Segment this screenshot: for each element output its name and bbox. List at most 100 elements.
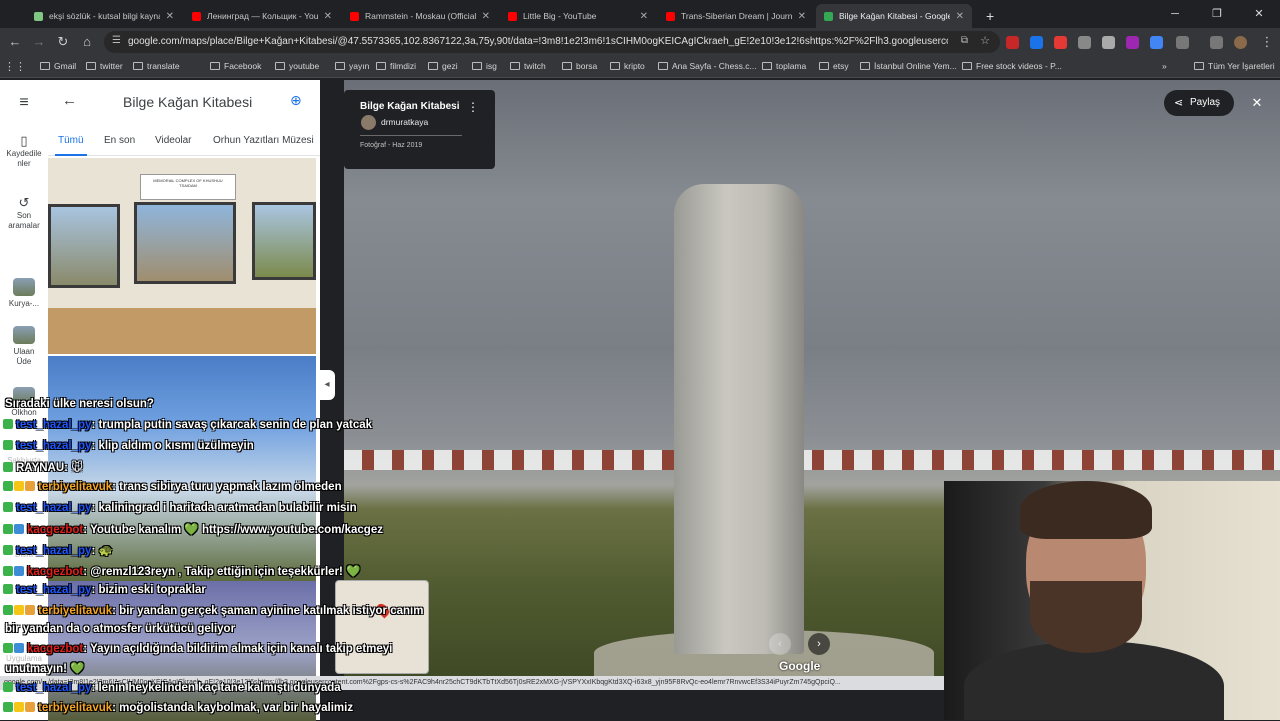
bookmark-label: filmdizi [390, 61, 416, 71]
maximize-button[interactable]: ❐ [1196, 2, 1238, 26]
apps-grid-icon[interactable]: ⋮⋮ [4, 58, 26, 76]
chat-badges [3, 502, 14, 515]
extensions-puzzle-icon[interactable] [1176, 36, 1189, 49]
browser-tab[interactable]: Ленинград — Кольщик - YouTube ✕ [184, 4, 340, 28]
extension-icon[interactable] [1126, 36, 1139, 49]
bookmark-item[interactable]: toplama [762, 61, 806, 71]
bookmark-item[interactable]: twitter [86, 61, 123, 71]
more-options-icon[interactable]: ⋮ [467, 100, 479, 114]
extension-icon[interactable] [1150, 36, 1163, 49]
address-bar[interactable]: ☰ google.com/maps/place/Bilge+Kağan+Kita… [104, 31, 1000, 53]
close-tab-icon[interactable]: ✕ [798, 11, 806, 22]
forward-arrow-icon[interactable]: → [30, 33, 48, 51]
home-icon[interactable]: ⌂ [78, 33, 96, 51]
chat-username: terbiyelitavuk [38, 481, 113, 493]
chat-text: : bizim eski topraklar [91, 584, 206, 596]
browser-menu-icon[interactable]: ⋮ [1258, 33, 1276, 51]
close-tab-icon[interactable]: ✕ [640, 11, 648, 22]
close-tab-icon[interactable]: ✕ [324, 11, 332, 22]
bookmark-item[interactable]: Ana Sayfa - Chess.c... [658, 61, 757, 71]
bookmarks-more-button[interactable]: » [1162, 61, 1167, 71]
extension-icon[interactable] [1078, 36, 1091, 49]
bookmark-star-icon[interactable]: ☆ [980, 34, 990, 47]
chat-username: terbiyelitavuk [38, 702, 113, 714]
next-photo-button[interactable]: › [808, 633, 830, 655]
tab-all[interactable]: Tümü [58, 135, 84, 146]
close-tab-icon[interactable]: ✕ [956, 11, 964, 22]
bookmark-item[interactable]: Gmail [40, 61, 76, 71]
bookmark-item[interactable]: borsa [562, 61, 597, 71]
tab-museum[interactable]: Orhun Yazıtları Müzesi [213, 135, 314, 146]
profile-avatar[interactable] [1234, 36, 1247, 49]
browser-toolbar: ← → ↻ ⌂ ☰ google.com/maps/place/Bilge+Ka… [0, 28, 1280, 56]
browser-tab[interactable]: Little Big - YouTube ✕ [500, 4, 656, 28]
adblock-icon[interactable] [1054, 36, 1067, 49]
saved-button[interactable]: ▯ Kaydedile nler [0, 133, 48, 169]
back-arrow-icon[interactable]: ← [6, 33, 24, 51]
recent-place-item[interactable]: Kurya-... [0, 278, 48, 309]
previous-photo-button[interactable]: ‹ [769, 633, 791, 655]
bookmark-item[interactable]: twitch [510, 61, 546, 71]
bookmark-label: isg [486, 61, 497, 71]
reading-list-icon[interactable] [1210, 36, 1223, 49]
bookmark-item[interactable]: filmdizi [376, 61, 416, 71]
chat-badge-icon [3, 702, 13, 712]
chat-badge-icon [25, 702, 35, 712]
bookmark-item[interactable]: İstanbul Online Yem... [860, 61, 957, 71]
close-tab-icon[interactable]: ✕ [482, 11, 490, 22]
install-app-icon[interactable]: ⧉ [961, 35, 968, 46]
browser-tab[interactable]: Bilge Kağan Kitabesi - Google Maps ✕ [816, 4, 972, 28]
author-name[interactable]: drmuratkaya [381, 117, 428, 127]
browser-tab[interactable]: Rammstein - Moskau (Official Video) ✕ [342, 4, 498, 28]
menu-hamburger-icon[interactable]: ≡ [0, 95, 48, 111]
extension-icon[interactable] [1006, 36, 1019, 49]
bookmark-item[interactable]: isg [472, 61, 497, 71]
tab-favicon-icon [34, 11, 43, 21]
tab-videos[interactable]: Videolar [155, 135, 192, 146]
tab-favicon-icon [666, 11, 675, 21]
chat-username: test_hazal_py [16, 584, 92, 596]
share-button[interactable]: ⋖ Paylaş [1164, 90, 1234, 116]
panel-title: Bilge Kağan Kitabesi [123, 94, 253, 110]
back-arrow-icon[interactable]: ← [62, 92, 77, 109]
author-avatar[interactable] [361, 115, 376, 130]
add-photo-icon[interactable]: ⊕ [290, 92, 302, 109]
reload-icon[interactable]: ↻ [54, 33, 72, 51]
recent-searches-button[interactable]: ↺ Son aramalar [0, 196, 48, 231]
bookmark-item[interactable]: Free stock videos - P... [962, 61, 1062, 71]
collapse-panel-button[interactable]: ◂ [319, 370, 335, 400]
photo-thumbnail[interactable]: MEMORIAL COMPLEX OF KHUSHUU TSAIDAM [48, 158, 316, 354]
bookmark-item[interactable]: Facebook [210, 61, 261, 71]
place-title[interactable]: Bilge Kağan Kitabesi [360, 101, 459, 112]
bookmark-folder-icon [510, 62, 520, 70]
all-bookmarks-folder[interactable]: Tüm Yer İşaretleri [1194, 61, 1275, 71]
bookmark-item[interactable]: gezi [428, 61, 458, 71]
close-viewer-button[interactable]: ✕ [1246, 92, 1268, 114]
tab-favicon-icon [508, 11, 517, 21]
tab-latest[interactable]: En son [104, 135, 135, 146]
bookmark-item[interactable]: kripto [610, 61, 645, 71]
bookmark-item[interactable]: etsy [819, 61, 849, 71]
recent-place-item[interactable]: Ulaan Üde [0, 326, 48, 367]
chat-badges [3, 419, 14, 432]
browser-tab[interactable]: Trans-Siberian Dream | Journey ✕ [658, 4, 814, 28]
chat-badge-icon [3, 566, 13, 576]
minimize-button[interactable]: ─ [1154, 2, 1196, 26]
mini-map[interactable] [335, 580, 429, 674]
bookmark-icon: ▯ [20, 133, 28, 148]
chat-badge-icon [3, 643, 13, 653]
bookmark-item[interactable]: youtube [275, 61, 319, 71]
bookmark-item[interactable]: yayın [335, 61, 369, 71]
site-info-icon[interactable]: ☰ [112, 35, 121, 46]
extension-icon[interactable] [1102, 36, 1115, 49]
bookmark-item[interactable]: translate [133, 61, 180, 71]
browser-tab[interactable]: ekşi sözlük - kutsal bilgi kaynağı ✕ [26, 4, 182, 28]
extension-icon[interactable] [1030, 36, 1043, 49]
bookmark-label: yayın [349, 61, 370, 71]
chat-text: : klip aldım o kısmı üzülmeyin [91, 440, 254, 452]
streamer-hair [1020, 481, 1152, 539]
new-tab-button[interactable]: + [978, 4, 1000, 28]
close-window-button[interactable]: ✕ [1238, 2, 1280, 26]
close-tab-icon[interactable]: ✕ [166, 11, 174, 22]
place-label: Ulaan Üde [13, 347, 35, 366]
